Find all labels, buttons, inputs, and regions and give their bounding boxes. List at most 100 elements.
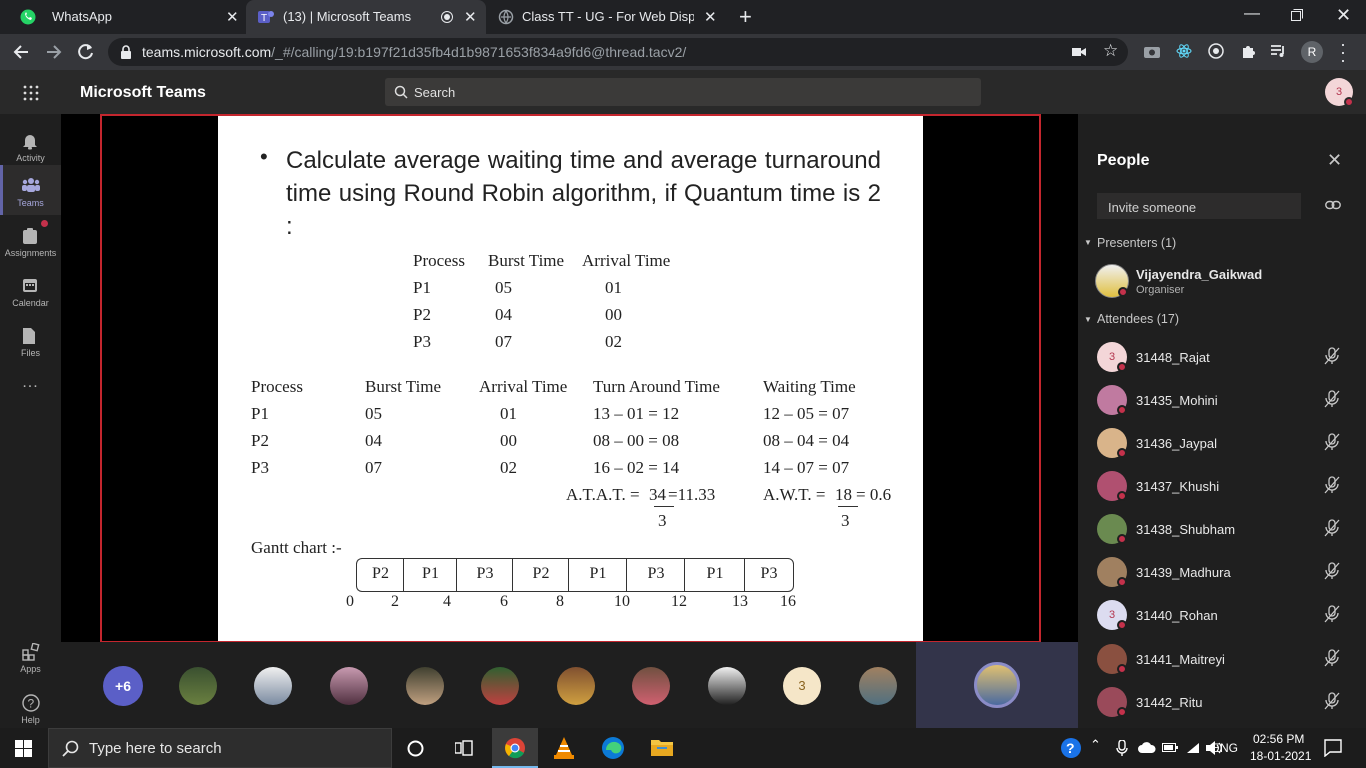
attendee-row[interactable]: 31436_Jaypal [1078,424,1366,464]
tab-class-tt[interactable]: Class TT - UG - For Web Display ✕ [486,0,724,34]
camera-blocked-icon[interactable] [1072,46,1086,58]
attendee-row[interactable]: 3 31440_Rohan [1078,596,1366,636]
attendee-row[interactable]: 31441_Maitreyi [1078,640,1366,680]
chevron-up-icon[interactable]: ⌃ [1090,737,1101,753]
rail-calendar[interactable]: Calendar [0,265,61,315]
battery-icon[interactable] [1162,741,1178,754]
tab-title: WhatsApp [52,9,112,24]
bookmark-star-icon[interactable]: ☆ [1103,41,1118,61]
t2-header: Burst Time [365,377,442,396]
tab-teams[interactable]: T (13) | Microsoft Teams ✕ [246,0,486,34]
participant-avatar[interactable] [557,667,595,705]
file-explorer-icon[interactable] [651,738,673,756]
rail-apps[interactable]: Apps [0,631,61,681]
tab-whatsapp[interactable]: WhatsApp ✕ [8,0,246,34]
collapse-presenters-icon[interactable]: ▼ [1084,238,1092,247]
close-tab-icon[interactable]: ✕ [226,8,239,26]
status-dot [1117,664,1127,674]
clock-time[interactable]: 02:56 PM [1253,732,1304,746]
t2-cell: 13 – 01 = 12 [593,404,680,423]
close-window-icon[interactable]: ✕ [1336,5,1351,26]
language-indicator[interactable]: ENG [1212,741,1238,755]
rail-more[interactable]: ... [0,372,61,422]
participant-avatar[interactable] [859,667,897,705]
attendee-row[interactable]: 31435_Mohini [1078,381,1366,421]
t2-header: Process [251,377,303,396]
mic-muted-icon[interactable] [1324,562,1340,580]
presenter-row[interactable]: Vijayendra_Gaikwad Organiser [1078,260,1366,300]
participant-avatar[interactable] [708,667,746,705]
invite-input[interactable]: Invite someone [1097,193,1301,219]
windows-start-icon[interactable] [15,740,32,757]
attendee-row[interactable]: 3 31448_Rajat [1078,338,1366,378]
rail-files[interactable]: Files [0,315,61,365]
app-launcher-icon[interactable] [23,85,39,101]
extensions-icon[interactable] [1240,43,1256,59]
presenter-avatar[interactable] [974,662,1020,708]
taskbar-chrome[interactable] [492,728,538,768]
apps-icon [22,643,40,661]
notifications-icon[interactable] [1324,739,1342,757]
mic-muted-icon[interactable] [1324,692,1340,710]
meet-now-icon[interactable] [1116,740,1128,756]
react-devtools-icon[interactable] [1176,43,1192,59]
restore-icon[interactable] [1291,9,1303,21]
back-icon[interactable] [12,43,30,61]
participant-avatar[interactable] [254,667,292,705]
onedrive-icon[interactable] [1138,742,1156,753]
rail-teams[interactable]: Teams [0,165,61,215]
close-tab-icon[interactable]: ✕ [464,8,477,26]
participant-avatar[interactable] [179,667,217,705]
mic-muted-icon[interactable] [1324,433,1340,451]
rail-assignments[interactable]: Assignments [0,215,61,265]
url-text[interactable]: teams.microsoft.com/_#/calling/19:b197f2… [142,44,686,60]
mic-muted-icon[interactable] [1324,390,1340,408]
help-tray-icon[interactable]: ? [1060,737,1082,759]
mic-muted-icon[interactable] [1324,519,1340,537]
mic-muted-icon[interactable] [1324,605,1340,623]
new-tab-button[interactable]: + [739,4,752,30]
rail-activity[interactable]: Activity [0,120,61,170]
participant-avatar[interactable] [632,667,670,705]
task-view-icon[interactable] [455,740,473,756]
close-icon[interactable]: ✕ [1327,150,1342,171]
cortana-icon[interactable] [407,740,424,757]
t2-cell: 08 – 00 = 08 [593,431,680,450]
participant-avatar[interactable] [406,667,444,705]
media-control-icon[interactable] [1271,44,1287,58]
vlc-icon[interactable] [553,736,575,760]
attendee-row[interactable]: 31442_Ritu [1078,683,1366,723]
profile-avatar[interactable]: R [1301,41,1323,63]
browser-menu-icon[interactable]: · · · [1340,35,1346,69]
collapse-attendees-icon[interactable]: ▼ [1084,315,1092,324]
participant-avatar[interactable] [481,667,519,705]
attendee-row[interactable]: 31438_Shubham [1078,510,1366,550]
t1-header: Burst Time [488,251,565,270]
record-extension-icon[interactable] [1208,43,1224,59]
participant-avatar[interactable] [330,667,368,705]
edge-icon[interactable] [601,736,625,760]
link-icon[interactable] [1325,199,1341,211]
attendee-row[interactable]: 31437_Khushi [1078,467,1366,507]
participant-avatar[interactable]: 3 [783,667,821,705]
mic-muted-icon[interactable] [1324,347,1340,365]
minimize-icon[interactable]: — [1244,5,1260,23]
teams-search-input[interactable]: Search [385,78,981,106]
attendees-header[interactable]: Attendees (17) [1097,312,1179,326]
omnibox[interactable]: teams.microsoft.com/_#/calling/19:b197f2… [108,38,1128,66]
presenters-header[interactable]: Presenters (1) [1097,236,1176,250]
close-tab-icon[interactable]: ✕ [704,8,717,26]
rail-help[interactable]: ? Help [0,682,61,732]
mic-muted-icon[interactable] [1324,649,1340,667]
mic-muted-icon[interactable] [1324,476,1340,494]
more-participants-button[interactable]: +6 [103,666,143,706]
taskbar-search-input[interactable]: Type here to search [48,728,392,768]
reload-icon[interactable] [77,43,95,61]
wifi-icon[interactable] [1186,742,1200,754]
screenshot-icon[interactable] [1144,44,1160,58]
lock-icon[interactable] [120,45,132,59]
clock-date[interactable]: 18-01-2021 [1250,749,1311,763]
attendee-row[interactable]: 31439_Madhura [1078,553,1366,593]
app-rail: Activity Teams Assignments Calendar File… [0,114,61,728]
forward-icon[interactable] [45,43,63,61]
